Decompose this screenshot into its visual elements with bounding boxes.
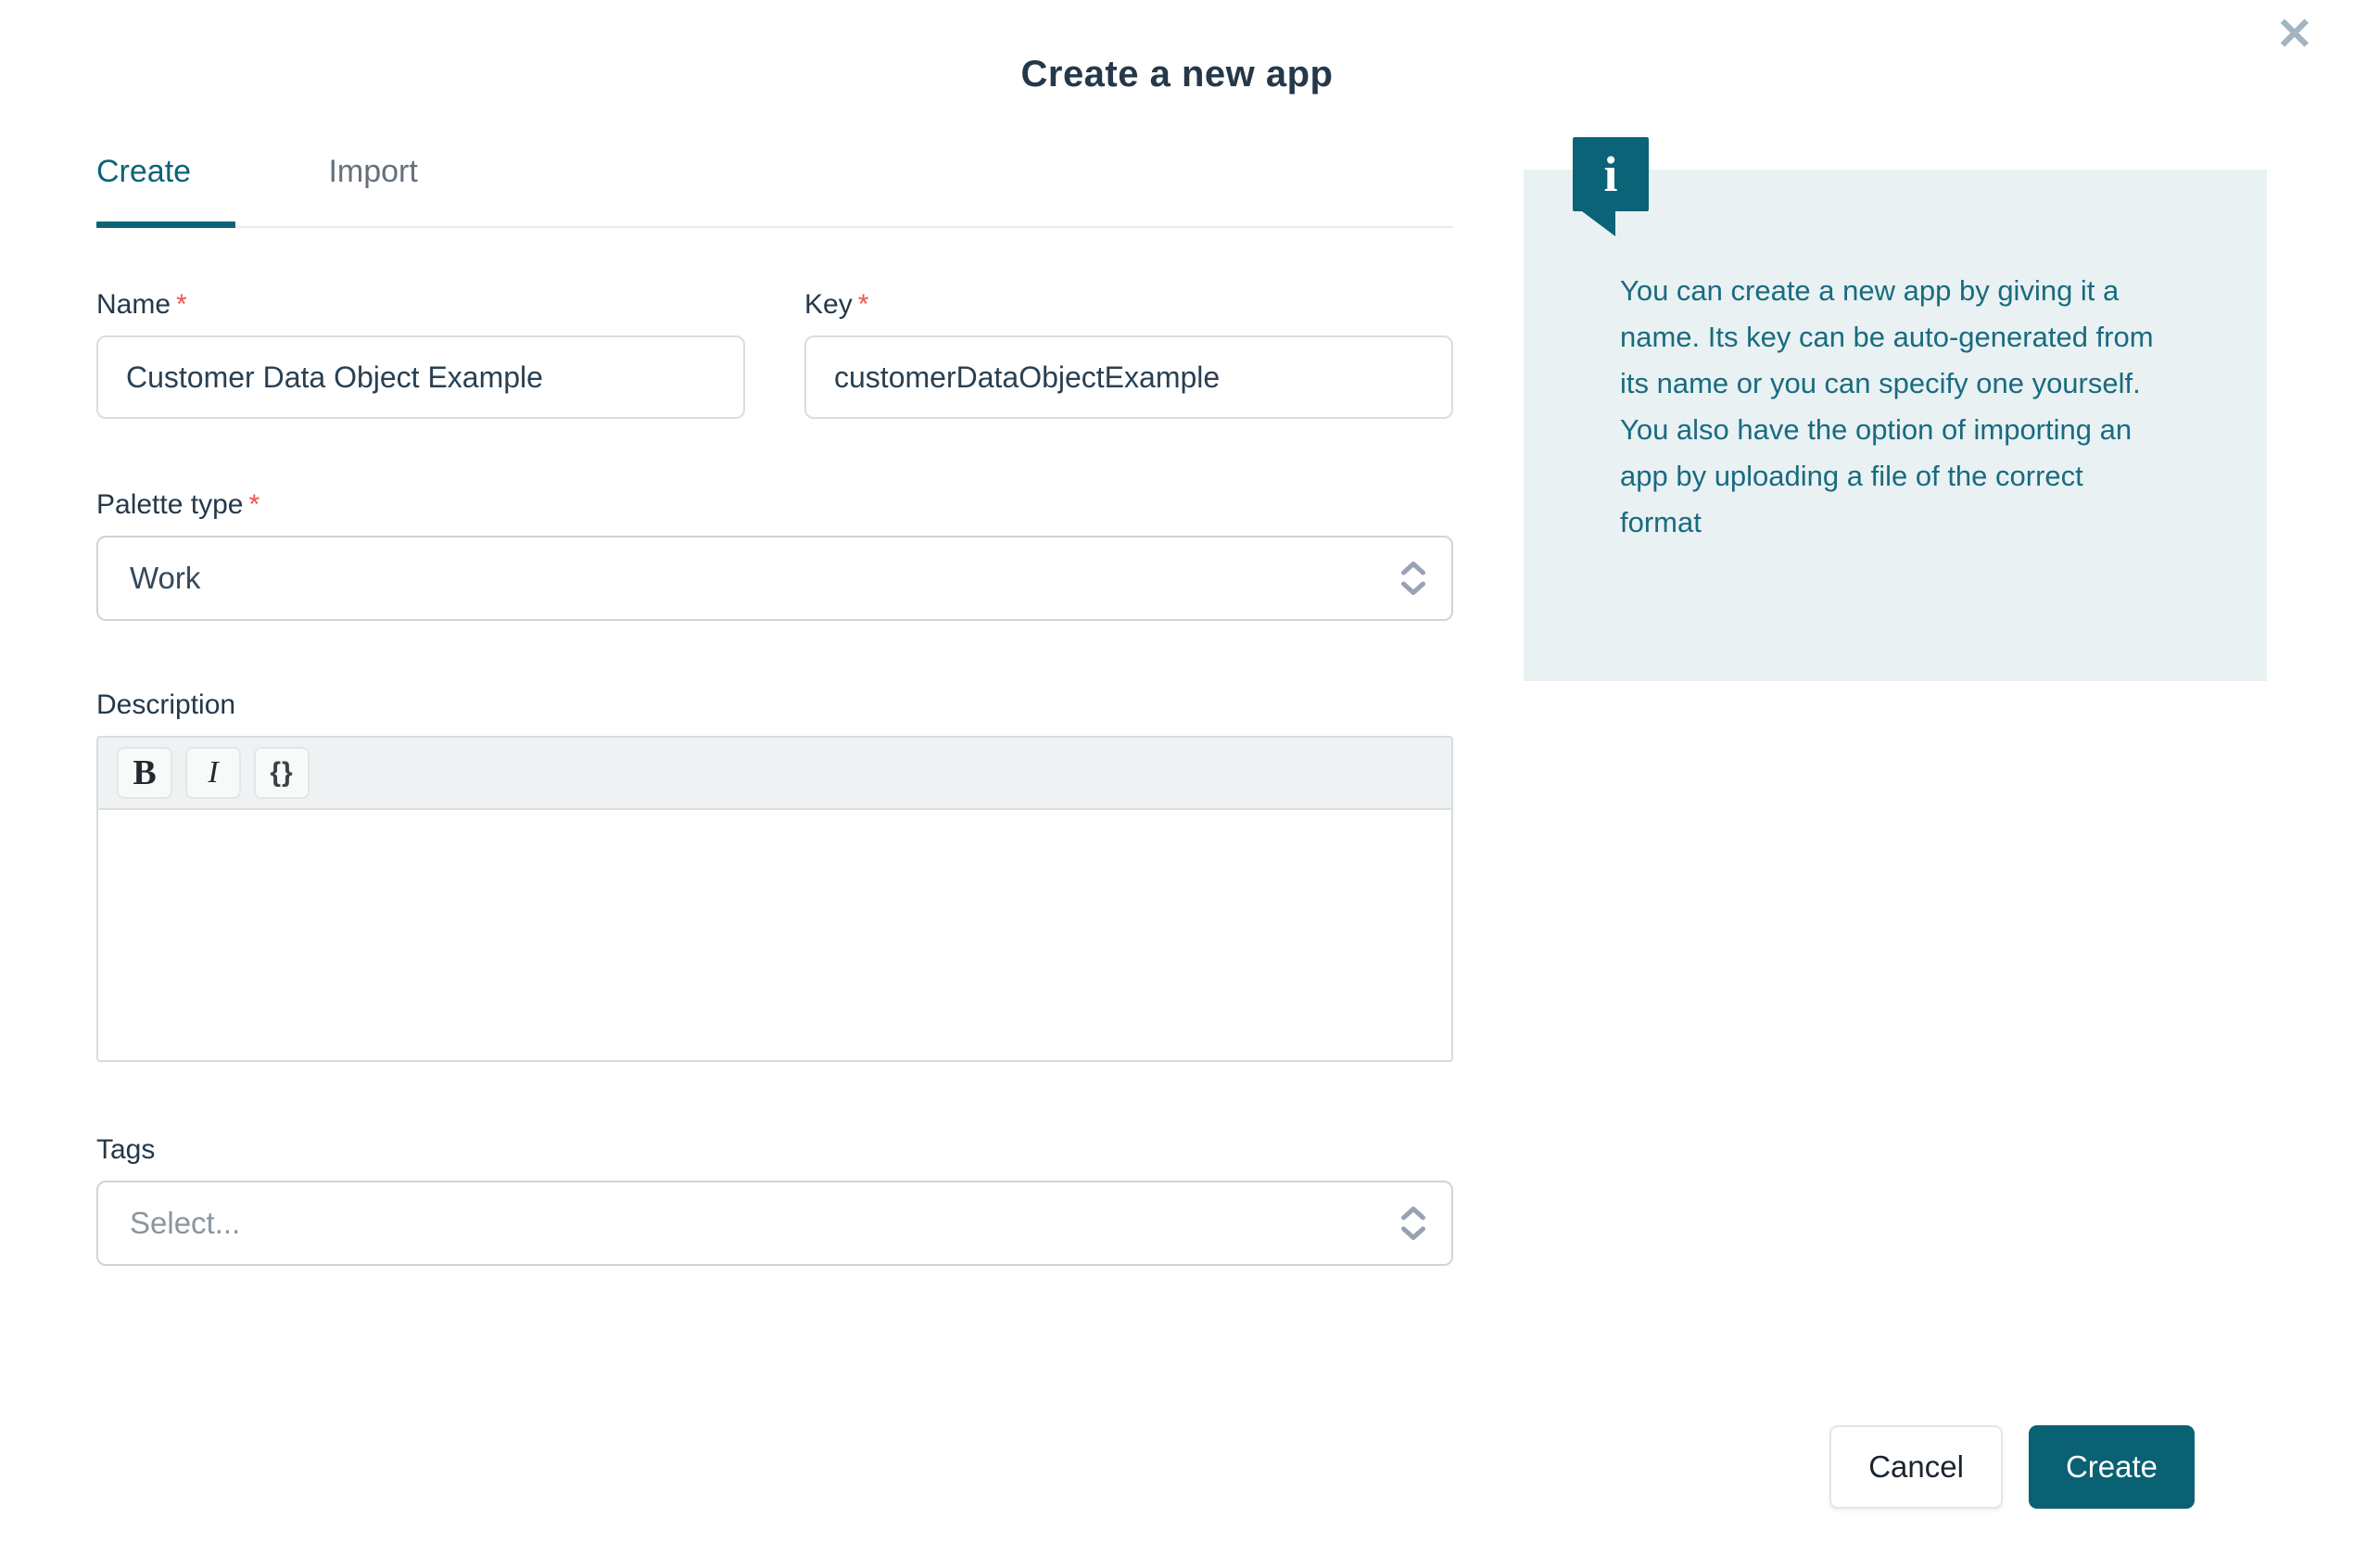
tags-placeholder: Select... xyxy=(130,1206,240,1241)
palette-required-marker: * xyxy=(248,489,259,520)
chevron-down-icon xyxy=(1401,1227,1425,1241)
tags-select[interactable]: Select... xyxy=(96,1181,1453,1266)
code-braces-icon[interactable]: {} xyxy=(254,747,310,799)
info-panel-text: You can create a new app by giving it a … xyxy=(1620,268,2170,546)
editor-toolbar: B I {} xyxy=(98,738,1451,810)
tags-group: Tags Select... xyxy=(96,1134,1453,1266)
info-icon: i xyxy=(1573,137,1649,211)
chevron-down-icon xyxy=(1401,582,1425,596)
close-icon[interactable]: ✕ xyxy=(2276,13,2313,57)
name-label-text: Name xyxy=(96,289,171,320)
key-input[interactable] xyxy=(804,335,1453,419)
tab-create[interactable]: Create xyxy=(96,141,235,226)
name-required-marker: * xyxy=(176,289,187,320)
create-app-dialog: ✕ Create a new app Create Import Name* K… xyxy=(0,0,2354,1568)
palette-type-select[interactable]: Work xyxy=(96,536,1453,621)
key-label: Key* xyxy=(804,289,1453,321)
palette-type-group: Palette type* Work xyxy=(96,489,1453,621)
key-label-text: Key xyxy=(804,289,853,320)
info-icon-glyph: i xyxy=(1603,149,1617,199)
description-editor: B I {} xyxy=(96,736,1453,1062)
chevron-up-icon xyxy=(1401,1207,1425,1220)
description-label: Description xyxy=(96,689,1453,721)
palette-type-label-text: Palette type xyxy=(96,489,243,520)
name-input[interactable] xyxy=(96,335,745,419)
palette-type-value: Work xyxy=(130,561,200,596)
tags-label: Tags xyxy=(96,1134,1453,1166)
tab-import[interactable]: Import xyxy=(328,141,417,226)
dialog-title: Create a new app xyxy=(0,54,2354,95)
palette-type-label: Palette type* xyxy=(96,489,1453,521)
name-label: Name* xyxy=(96,289,745,321)
bold-icon[interactable]: B xyxy=(117,747,172,799)
tab-bar: Create Import xyxy=(96,141,1453,228)
cancel-button[interactable]: Cancel xyxy=(1829,1425,2003,1509)
key-required-marker: * xyxy=(858,289,869,320)
select-chevrons xyxy=(1401,562,1425,596)
name-key-row: Name* Key* xyxy=(96,289,1453,419)
chevron-up-icon xyxy=(1401,562,1425,575)
select-chevrons xyxy=(1401,1207,1425,1241)
create-button[interactable]: Create xyxy=(2029,1425,2195,1509)
description-group: Description B I {} xyxy=(96,689,1453,1062)
info-panel: i You can create a new app by giving it … xyxy=(1524,170,2267,681)
italic-icon[interactable]: I xyxy=(185,747,241,799)
description-textarea[interactable] xyxy=(98,810,1451,1062)
footer-actions: Cancel Create xyxy=(1829,1425,2195,1509)
info-icon-tail xyxy=(1582,211,1615,236)
